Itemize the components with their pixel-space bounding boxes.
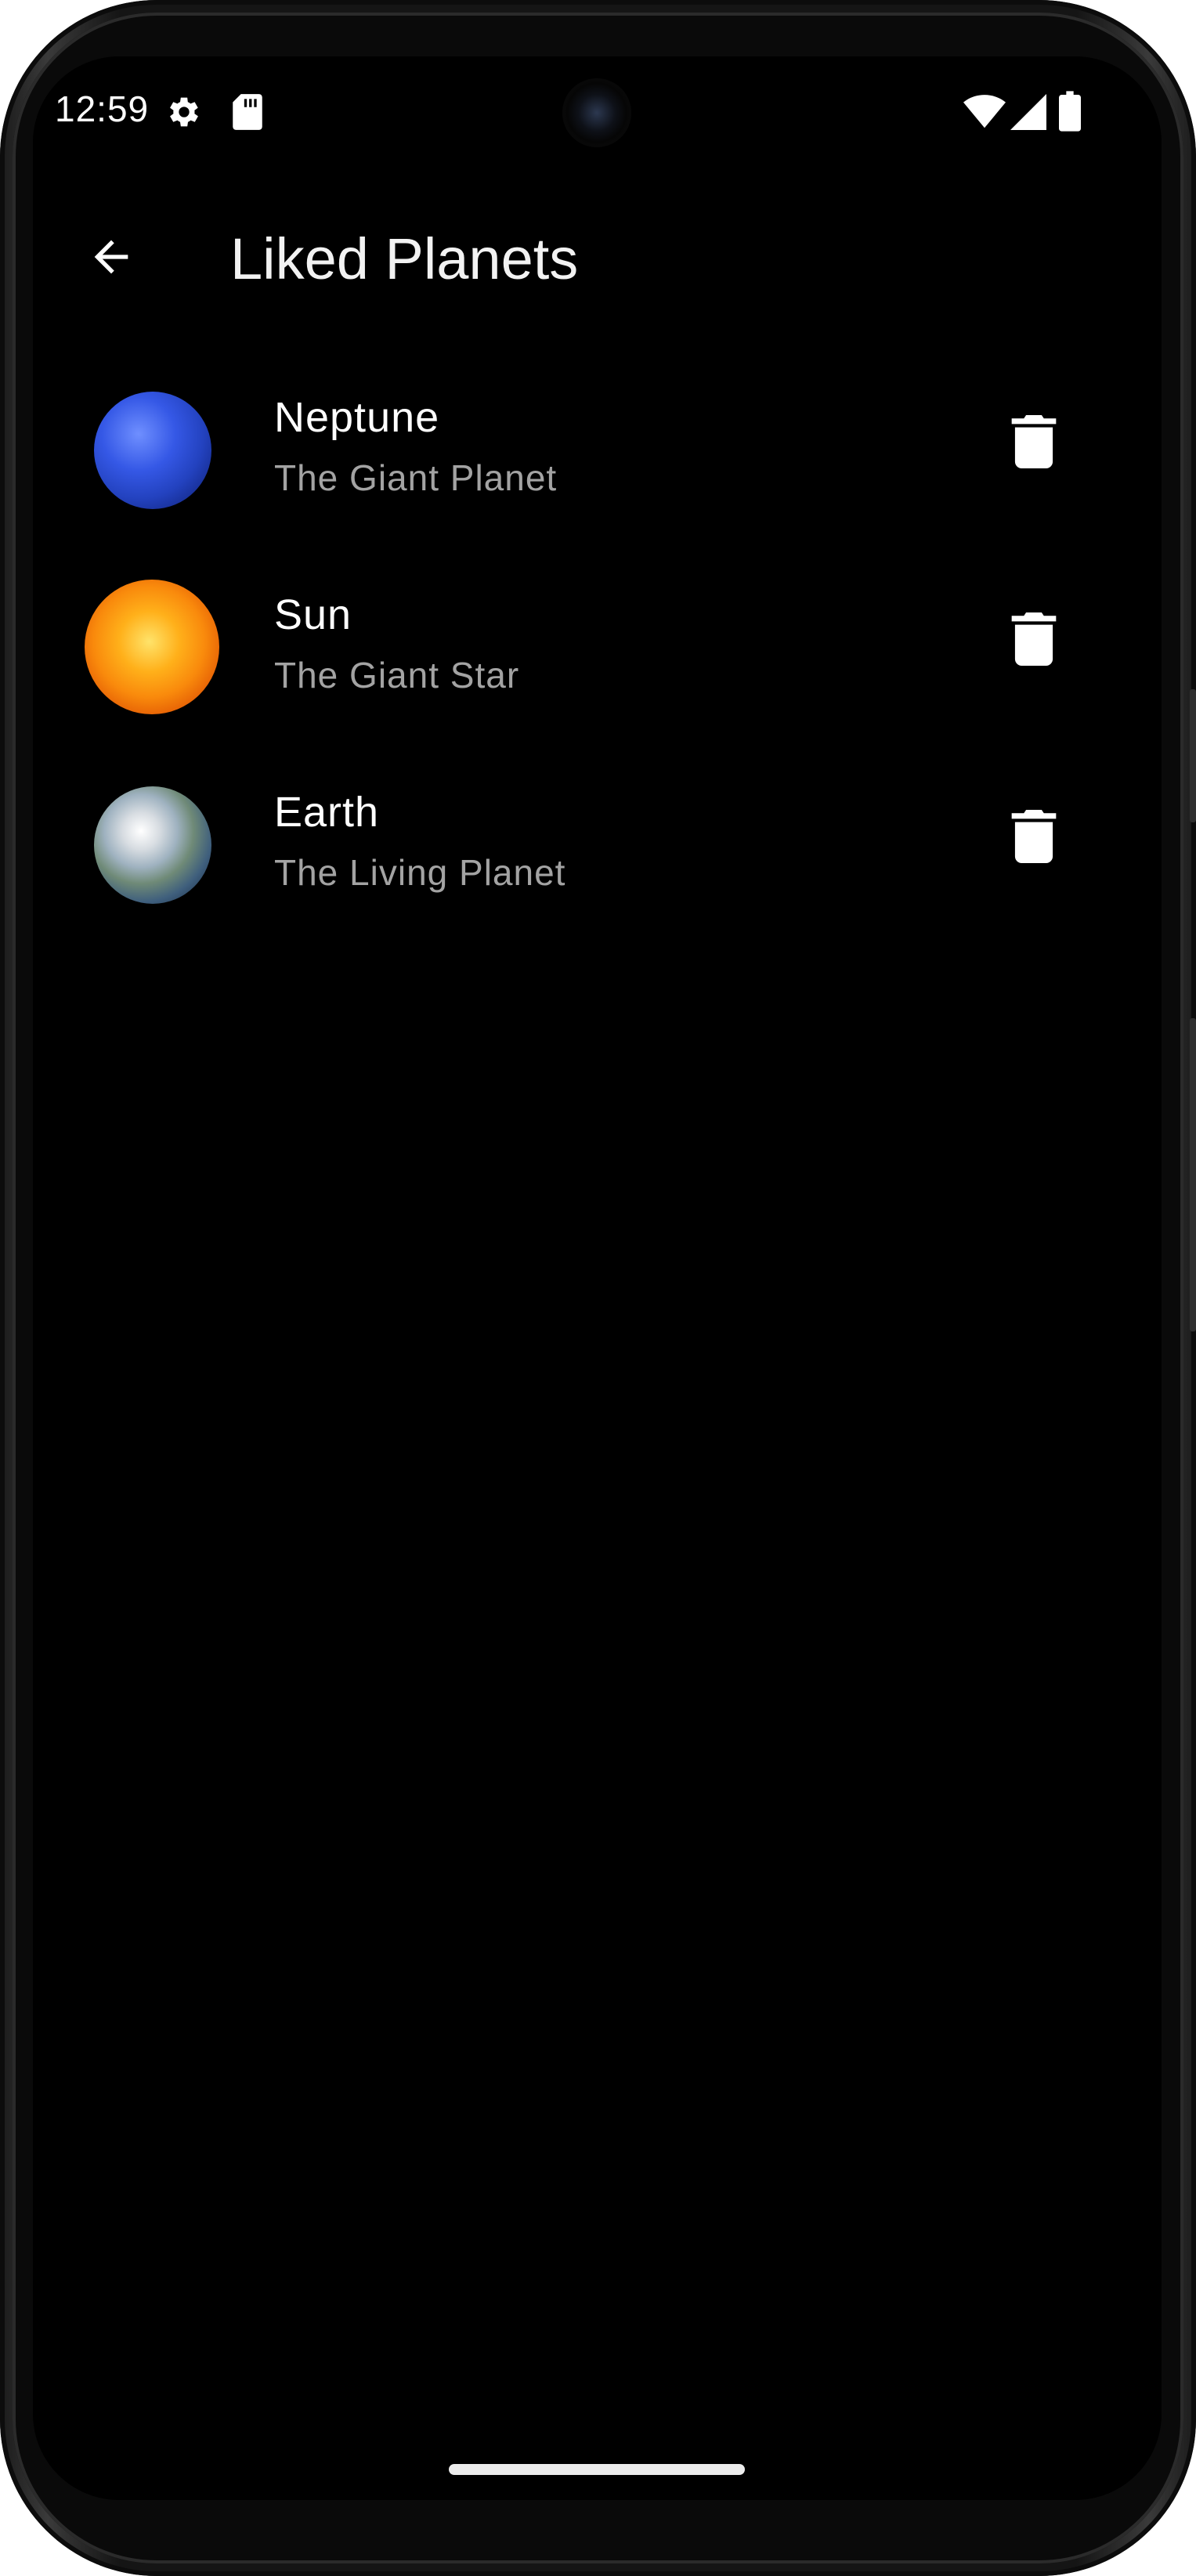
planet-subtitle: The Giant Star <box>274 655 520 695</box>
earth-image <box>94 786 211 904</box>
delete-button-earth[interactable] <box>987 791 1081 885</box>
page-title: Liked Planets <box>230 226 579 291</box>
planet-subtitle: The Giant Planet <box>274 457 558 498</box>
app-bar: Liked Planets <box>33 190 1162 327</box>
device-side-button <box>1190 689 1196 822</box>
sun-image <box>85 580 219 714</box>
list-item-earth[interactable]: Earth The Living Planet <box>33 758 1162 956</box>
status-time: 12:59 <box>55 89 150 129</box>
trash-icon <box>1011 809 1057 867</box>
planet-name: Sun <box>274 591 352 638</box>
neptune-image <box>94 392 211 509</box>
phone-screen: 12:59 Liked Planets Neptune The Giant Pl… <box>33 56 1162 2500</box>
home-indicator[interactable] <box>449 2464 745 2475</box>
delete-button-neptune[interactable] <box>987 396 1081 490</box>
battery-icon <box>1059 91 1081 135</box>
sd-card-icon <box>230 92 265 135</box>
planet-name: Earth <box>274 789 380 836</box>
arrow-back-icon <box>86 232 136 286</box>
device-volume-button <box>1190 1018 1196 1331</box>
liked-planets-list: Neptune The Giant Planet Sun The Giant S… <box>33 363 1162 956</box>
list-item-neptune[interactable]: Neptune The Giant Planet <box>33 363 1162 561</box>
wifi-icon <box>963 94 1006 134</box>
planet-name: Neptune <box>274 394 440 441</box>
status-bar: 12:59 <box>33 56 1162 174</box>
device-frame: 12:59 Liked Planets Neptune The Giant Pl… <box>0 0 1196 2576</box>
gear-icon <box>164 92 204 135</box>
list-item-sun[interactable]: Sun The Giant Star <box>33 561 1162 758</box>
delete-button-sun[interactable] <box>987 594 1081 688</box>
planet-subtitle: The Living Planet <box>274 852 566 893</box>
back-button[interactable] <box>64 211 158 305</box>
cellular-signal-icon <box>1010 94 1046 134</box>
front-camera <box>562 78 631 147</box>
trash-icon <box>1011 414 1057 472</box>
trash-icon <box>1011 612 1057 670</box>
